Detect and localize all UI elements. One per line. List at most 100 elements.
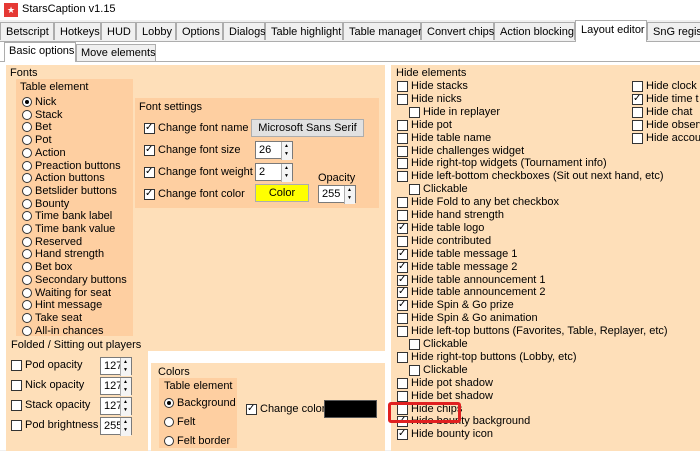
hide-checkbox[interactable] [397, 377, 408, 389]
radio-button-icon[interactable] [164, 417, 174, 427]
folded-checkbox[interactable] [11, 420, 22, 431]
font-opacity-stepper[interactable]: 255 ▲ ▼ [318, 185, 356, 204]
radio-button-icon[interactable] [22, 135, 32, 146]
change-color-checkbox[interactable] [246, 403, 257, 415]
radio-button-icon[interactable] [22, 97, 32, 107]
radio-button-icon[interactable] [22, 274, 32, 285]
folded-checkbox[interactable] [11, 360, 22, 371]
hide-checkbox[interactable] [397, 81, 408, 92]
tab-hotkeys[interactable]: Hotkeys [54, 22, 101, 40]
radio-button-icon[interactable] [22, 147, 32, 158]
hide-checkbox-row-col2-hide-observ[interactable]: Hide observ [632, 119, 700, 132]
font-weight-stepper[interactable]: 2 ▲ ▼ [255, 163, 293, 182]
radio-button-icon[interactable] [22, 224, 32, 234]
hide-checkbox[interactable] [409, 339, 420, 350]
color-swatch[interactable] [324, 400, 377, 418]
radio-button-icon[interactable] [22, 160, 32, 171]
hide-checkbox[interactable] [397, 286, 408, 299]
change-font-weight-checkbox[interactable] [144, 166, 155, 178]
radio-button-icon[interactable] [22, 185, 32, 196]
hide-checkbox-row-col2-hide-clock[interactable]: Hide clock [632, 80, 700, 93]
folded-value-stepper[interactable]: 255 ▲ ▼ [100, 417, 132, 436]
hide-checkbox[interactable] [397, 197, 408, 209]
font-size-spin-icon[interactable]: ▲ ▼ [281, 142, 292, 160]
hide-checkbox[interactable] [397, 119, 408, 131]
hide-checkbox[interactable] [632, 106, 643, 118]
radio-button-icon[interactable] [22, 173, 32, 184]
folded-checkbox[interactable] [11, 400, 22, 411]
font-opacity-spin-icon[interactable]: ▲ ▼ [344, 186, 355, 204]
hide-checkbox[interactable] [632, 119, 643, 131]
hide-checkbox[interactable] [397, 326, 408, 338]
folded-label: Nick opacity [25, 379, 85, 391]
tab-hud[interactable]: HUD [101, 22, 136, 40]
hide-checkbox-row-col2-hide-chat[interactable]: Hide chat [632, 106, 700, 119]
radio-button-icon[interactable] [22, 262, 32, 273]
radio-button-icon[interactable] [164, 436, 174, 446]
font-color-button[interactable]: Color [255, 184, 309, 202]
radio-button-icon[interactable] [22, 312, 32, 323]
tab-options[interactable]: Options [176, 22, 223, 40]
hide-checkbox[interactable] [409, 184, 420, 196]
stepper-spin-icon[interactable]: ▲ ▼ [120, 358, 131, 376]
radio-button-icon[interactable] [22, 300, 32, 311]
font-settings-group: Font settings Change font name Microsoft… [135, 98, 379, 208]
subtab-move-elements[interactable]: Move elements [76, 44, 156, 62]
hide-checkbox[interactable] [409, 106, 420, 118]
hide-checkbox[interactable] [632, 132, 643, 144]
hide-checkbox[interactable] [397, 351, 408, 363]
hide-checkbox[interactable] [397, 132, 408, 144]
tab-layout-editor[interactable]: Layout editor [575, 20, 647, 42]
hide-checkbox[interactable] [397, 93, 408, 105]
tab-sng-registration[interactable]: SnG regist [647, 22, 700, 40]
hide-checkbox[interactable] [397, 158, 408, 170]
hide-checkbox[interactable] [397, 222, 408, 234]
hide-checkbox[interactable] [397, 210, 408, 221]
radio-button-icon[interactable] [22, 287, 32, 298]
font-name-button[interactable]: Microsoft Sans Serif [251, 119, 364, 137]
tab-betscript[interactable]: Betscript [0, 22, 54, 40]
hide-checkbox[interactable] [632, 93, 643, 105]
hide-checkbox[interactable] [397, 274, 408, 286]
tab-convert-chips[interactable]: Convert chips [421, 22, 494, 40]
hide-checkbox[interactable] [397, 235, 408, 247]
tab-dialogs[interactable]: Dialogs [223, 22, 266, 40]
subtab-basic-options[interactable]: Basic options [4, 42, 76, 62]
folded-checkbox[interactable] [11, 380, 22, 391]
font-weight-spin-icon[interactable]: ▲ ▼ [281, 164, 292, 182]
tab-table-highlight[interactable]: Table highlight [265, 22, 343, 40]
folded-value-stepper[interactable]: 127 ▲ ▼ [100, 357, 132, 376]
radio-button-icon[interactable] [22, 198, 32, 209]
hide-checkbox[interactable] [632, 81, 643, 92]
stepper-spin-icon[interactable]: ▲ ▼ [120, 378, 131, 396]
change-font-size-checkbox[interactable] [144, 144, 155, 156]
hide-checkbox[interactable] [397, 390, 408, 402]
tab-table-manager[interactable]: Table manager [343, 22, 422, 40]
font-size-stepper[interactable]: 26 ▲ ▼ [255, 141, 293, 160]
stepper-spin-icon[interactable]: ▲ ▼ [120, 398, 131, 416]
stepper-spin-icon[interactable]: ▲ ▼ [120, 418, 131, 436]
tab-lobby[interactable]: Lobby [136, 22, 176, 40]
tab-action-blocking[interactable]: Action blocking [494, 22, 575, 40]
hide-checkbox[interactable] [397, 299, 408, 312]
hide-checkbox[interactable] [397, 145, 408, 157]
radio-button-icon[interactable] [22, 236, 32, 247]
radio-button-icon[interactable] [22, 211, 32, 222]
hide-checkbox[interactable] [397, 171, 408, 183]
hide-checkbox-row-col2-hide-accou[interactable]: Hide accou [632, 132, 700, 145]
folded-value-stepper[interactable]: 127 ▲ ▼ [100, 397, 132, 416]
hide-checkbox-row-col2-hide-time-t[interactable]: Hide time t [632, 93, 700, 106]
radio-button-icon[interactable] [164, 398, 174, 408]
radio-button-icon[interactable] [22, 249, 32, 260]
hide-checkbox[interactable] [397, 248, 408, 260]
change-font-name-checkbox[interactable] [144, 122, 155, 134]
hide-checkbox[interactable] [397, 428, 408, 441]
change-font-color-checkbox[interactable] [144, 188, 155, 200]
hide-checkbox[interactable] [397, 313, 408, 325]
hide-checkbox[interactable] [409, 364, 420, 376]
radio-button-icon[interactable] [22, 109, 32, 120]
folded-value-stepper[interactable]: 127 ▲ ▼ [100, 377, 132, 396]
radio-button-icon[interactable] [22, 325, 32, 336]
radio-button-icon[interactable] [22, 122, 32, 133]
hide-checkbox[interactable] [397, 261, 408, 273]
